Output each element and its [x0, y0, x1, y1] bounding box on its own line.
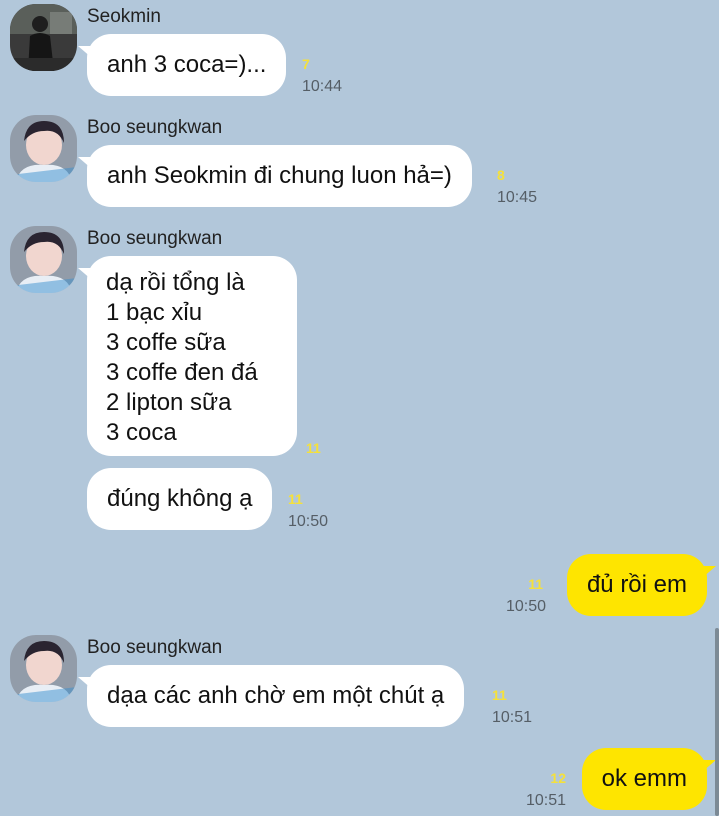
message-line: 1 bạc xỉu [106, 299, 203, 326]
message-text: đủ rồi em [586, 571, 687, 598]
message-text: ok emm [601, 765, 687, 792]
message-time: 10:50 [288, 513, 329, 530]
message-line: dạ rồi tổng là [106, 269, 245, 296]
unread-count: 7 [302, 56, 310, 72]
sender-name: Boo seungkwan [87, 637, 223, 658]
message-line: 2 lipton sữa [106, 389, 232, 416]
message-text: đúng không ạ [107, 485, 253, 512]
unread-count: 11 [528, 576, 543, 592]
sender-name: Boo seungkwan [87, 117, 223, 138]
message-time: 10:51 [492, 709, 533, 726]
message-line: 3 coca [106, 419, 177, 446]
unread-count: 11 [306, 440, 321, 456]
avatar-boo-seungkwan[interactable] [10, 635, 77, 702]
avatar-seokmin[interactable] [10, 4, 77, 71]
message-bubble[interactable]: anh Seokmin đi chung luon hả=) [78, 145, 472, 207]
avatar-boo-seungkwan[interactable] [10, 115, 77, 182]
avatar-boo-seungkwan[interactable] [10, 226, 77, 293]
unread-count: 12 [550, 770, 566, 786]
my-message-bubble[interactable]: đủ rồi em [566, 554, 717, 616]
message-time: 10:50 [505, 598, 546, 615]
message-text: anh 3 coca=)... [107, 51, 267, 78]
message-bubble[interactable]: anh 3 coca=)... [77, 34, 287, 96]
message-line: 3 coffe sữa [106, 329, 226, 356]
message-time: 10:45 [497, 189, 538, 206]
message-text: dạa các anh chờ em một chút ạ [107, 682, 445, 709]
my-message-bubble[interactable]: ok emm [581, 748, 717, 810]
sender-name: Seokmin [87, 6, 161, 27]
message-bubble[interactable]: dạ rồi tổng là 1 bạc xỉu 3 coffe sữa 3 c… [78, 256, 297, 456]
unread-count: 8 [497, 167, 505, 183]
message-bubble[interactable]: đúng không ạ [87, 468, 273, 530]
unread-count: 11 [288, 491, 303, 507]
sender-name: Boo seungkwan [87, 228, 223, 249]
message-line: 3 coffe đen đá [106, 359, 258, 386]
message-text: anh Seokmin đi chung luon hả=) [107, 162, 452, 189]
message-time: 10:44 [302, 78, 343, 95]
scrollbar[interactable] [715, 628, 719, 816]
message-bubble[interactable]: dạa các anh chờ em một chút ạ [77, 665, 465, 727]
message-time: 10:51 [525, 792, 566, 809]
unread-count: 11 [492, 687, 507, 703]
